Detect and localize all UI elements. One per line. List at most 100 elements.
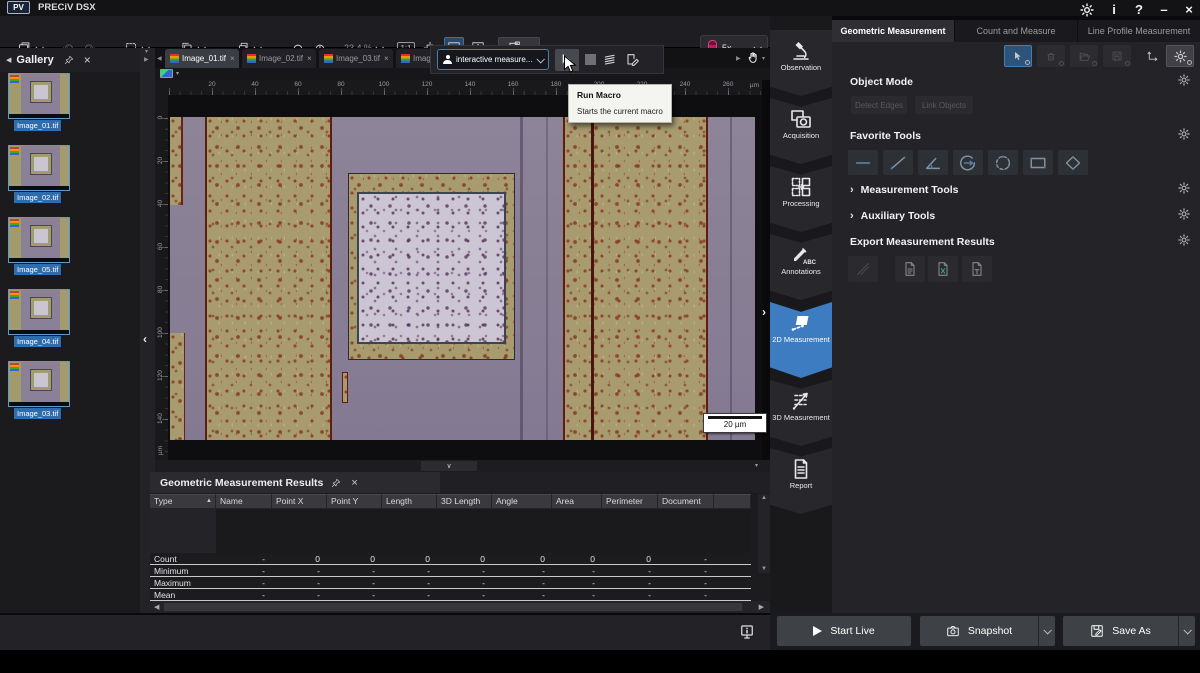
image-canvas[interactable] — [168, 95, 762, 460]
tab-geometric-measurement[interactable]: Geometric Measurement — [832, 20, 955, 42]
sidebar-item-3d-measurement[interactable]: 3D Measurement — [770, 380, 832, 446]
sidebar-item-annotations[interactable]: ABC Annotations — [770, 234, 832, 300]
gallery-thumbnail[interactable] — [8, 73, 70, 119]
tab-close-icon[interactable]: × — [384, 54, 389, 63]
gear-icon[interactable] — [1178, 74, 1190, 86]
scroll-left-icon[interactable]: ◀ — [154, 603, 159, 611]
expand-right-icon[interactable]: › — [762, 305, 766, 319]
sidebar-item-report[interactable]: Report — [770, 448, 832, 514]
scroll-up-icon[interactable]: ▲ — [758, 495, 770, 501]
close-icon[interactable]: × — [1180, 2, 1198, 17]
link-objects-button[interactable]: Link Objects — [915, 96, 973, 114]
close-gallery-icon[interactable]: × — [84, 53, 91, 67]
results-vertical-scrollbar[interactable]: ▲ ▼ — [758, 494, 770, 573]
export-draw-button[interactable] — [848, 256, 878, 282]
column-header-3d-length[interactable]: 3D Length — [437, 494, 492, 509]
collapse-results-button[interactable]: ∨ — [421, 461, 477, 471]
macro-select-dropdown[interactable]: interactive measure... — [437, 49, 549, 70]
start-live-button[interactable]: Start Live — [777, 616, 911, 646]
overlay-options-icon[interactable] — [160, 69, 173, 78]
dropdown-small-icon[interactable]: ▾ — [176, 70, 179, 77]
info-icon[interactable]: i — [1105, 2, 1123, 17]
collapse-gallery-icon[interactable]: ◀ — [6, 56, 11, 64]
stop-macro-button[interactable] — [585, 54, 596, 65]
sidebar-item-processing[interactable]: Processing — [770, 166, 832, 232]
tab-scroll-left-icon[interactable]: ◀ — [157, 55, 162, 62]
tool-angle[interactable] — [918, 150, 948, 175]
pan-options-dropdown-icon[interactable]: ▾ — [762, 55, 765, 62]
export-text-button[interactable] — [962, 256, 992, 282]
dropdown-small-icon[interactable]: ▾ — [755, 462, 758, 469]
gear-icon[interactable] — [1178, 128, 1190, 140]
tool-circle-3point[interactable] — [988, 150, 1018, 175]
column-header-point-x[interactable]: Point X — [272, 494, 327, 509]
save-measurements-button[interactable] — [1103, 45, 1131, 67]
help-icon[interactable]: ? — [1130, 2, 1148, 17]
column-header-perimeter[interactable]: Perimeter — [602, 494, 658, 509]
document-tab[interactable]: Image_03.tif × — [319, 49, 393, 68]
gallery-item-label[interactable]: Image_05.tif — [14, 264, 61, 275]
display-info-icon[interactable] — [738, 622, 756, 642]
gear-icon[interactable] — [1178, 208, 1190, 220]
scrollbar-thumb[interactable] — [164, 603, 742, 611]
scroll-down-icon[interactable]: ▼ — [758, 566, 770, 572]
sidebar-item-2d-measurement[interactable]: 2D Measurement — [770, 302, 832, 378]
gallery-item-label[interactable]: Image_03.tif — [14, 408, 61, 419]
column-header-area[interactable]: Area — [552, 494, 602, 509]
minimize-icon[interactable]: – — [1155, 2, 1173, 17]
edit-macro-button[interactable] — [624, 52, 640, 68]
tool-horizontal-line[interactable] — [848, 150, 878, 175]
results-horizontal-scrollbar[interactable]: ◀ ▶ — [150, 601, 770, 613]
save-as-options-button[interactable] — [1178, 616, 1195, 646]
document-tab[interactable]: Image_02.tif × — [242, 49, 316, 68]
tab-count-and-measure[interactable]: Count and Measure — [955, 20, 1078, 42]
tool-circle-diameter[interactable] — [953, 150, 983, 175]
pin-icon[interactable] — [64, 55, 74, 65]
gallery-item-label[interactable]: Image_01.tif — [14, 120, 61, 131]
dimension-mode-button[interactable] — [1138, 45, 1166, 67]
pin-icon[interactable] — [331, 478, 341, 488]
pan-hand-icon[interactable] — [747, 51, 760, 64]
gallery-thumbnail[interactable] — [8, 289, 70, 335]
column-header-type[interactable]: Type▲ — [150, 494, 216, 509]
select-objects-button[interactable] — [1004, 45, 1032, 67]
measurement-tools-expander[interactable]: ›Measurement Tools — [850, 184, 959, 196]
sidebar-item-observation[interactable]: Observation — [770, 30, 832, 96]
gallery-thumbnail[interactable] — [8, 145, 70, 191]
export-excel-button[interactable] — [928, 256, 958, 282]
auxiliary-tools-expander[interactable]: ›Auxiliary Tools — [850, 210, 935, 222]
collapse-left-icon[interactable]: ‹ — [143, 332, 147, 346]
column-header-name[interactable]: Name — [216, 494, 272, 509]
dropdown-small-icon[interactable]: ▾ — [145, 48, 148, 55]
tab-scroll-right-icon[interactable]: ▶ — [736, 55, 741, 62]
column-header-length[interactable]: Length — [382, 494, 437, 509]
delete-objects-button[interactable] — [1037, 45, 1065, 67]
tab-line-profile-measurement[interactable]: Line Profile Measurement — [1078, 20, 1200, 42]
chevron-down-icon[interactable] — [536, 55, 544, 63]
tab-close-icon[interactable]: × — [307, 54, 312, 63]
expand-right-small-icon[interactable]: ▶ — [144, 56, 149, 63]
column-header-document[interactable]: Document — [658, 494, 714, 509]
tab-close-icon[interactable]: × — [230, 54, 235, 63]
close-results-icon[interactable]: × — [351, 477, 357, 489]
tool-rectangle[interactable] — [1023, 150, 1053, 175]
sidebar-item-acquisition[interactable]: Acquisition — [770, 98, 832, 164]
settings-gear-icon[interactable] — [1080, 3, 1098, 17]
tool-polygon[interactable] — [1058, 150, 1088, 175]
measurement-settings-button[interactable] — [1166, 45, 1194, 67]
column-header-point-y[interactable]: Point Y — [327, 494, 382, 509]
gear-icon[interactable] — [1178, 182, 1190, 194]
column-header-angle[interactable]: Angle — [492, 494, 552, 509]
scroll-right-icon[interactable]: ▶ — [759, 603, 764, 611]
gallery-item-label[interactable]: Image_04.tif — [14, 336, 61, 347]
load-measurements-button[interactable] — [1070, 45, 1098, 67]
export-report-button[interactable] — [895, 256, 925, 282]
macro-list-button[interactable] — [602, 52, 618, 68]
detect-edges-button[interactable]: Detect Edges — [851, 96, 907, 114]
save-as-button[interactable]: Save As — [1063, 616, 1195, 646]
snapshot-button[interactable]: Snapshot — [920, 616, 1055, 646]
gear-icon[interactable] — [1178, 234, 1190, 246]
document-tab[interactable]: Image_01.tif × — [165, 49, 239, 68]
tool-line[interactable] — [883, 150, 913, 175]
gallery-item-label[interactable]: Image_02.tif — [14, 192, 61, 203]
